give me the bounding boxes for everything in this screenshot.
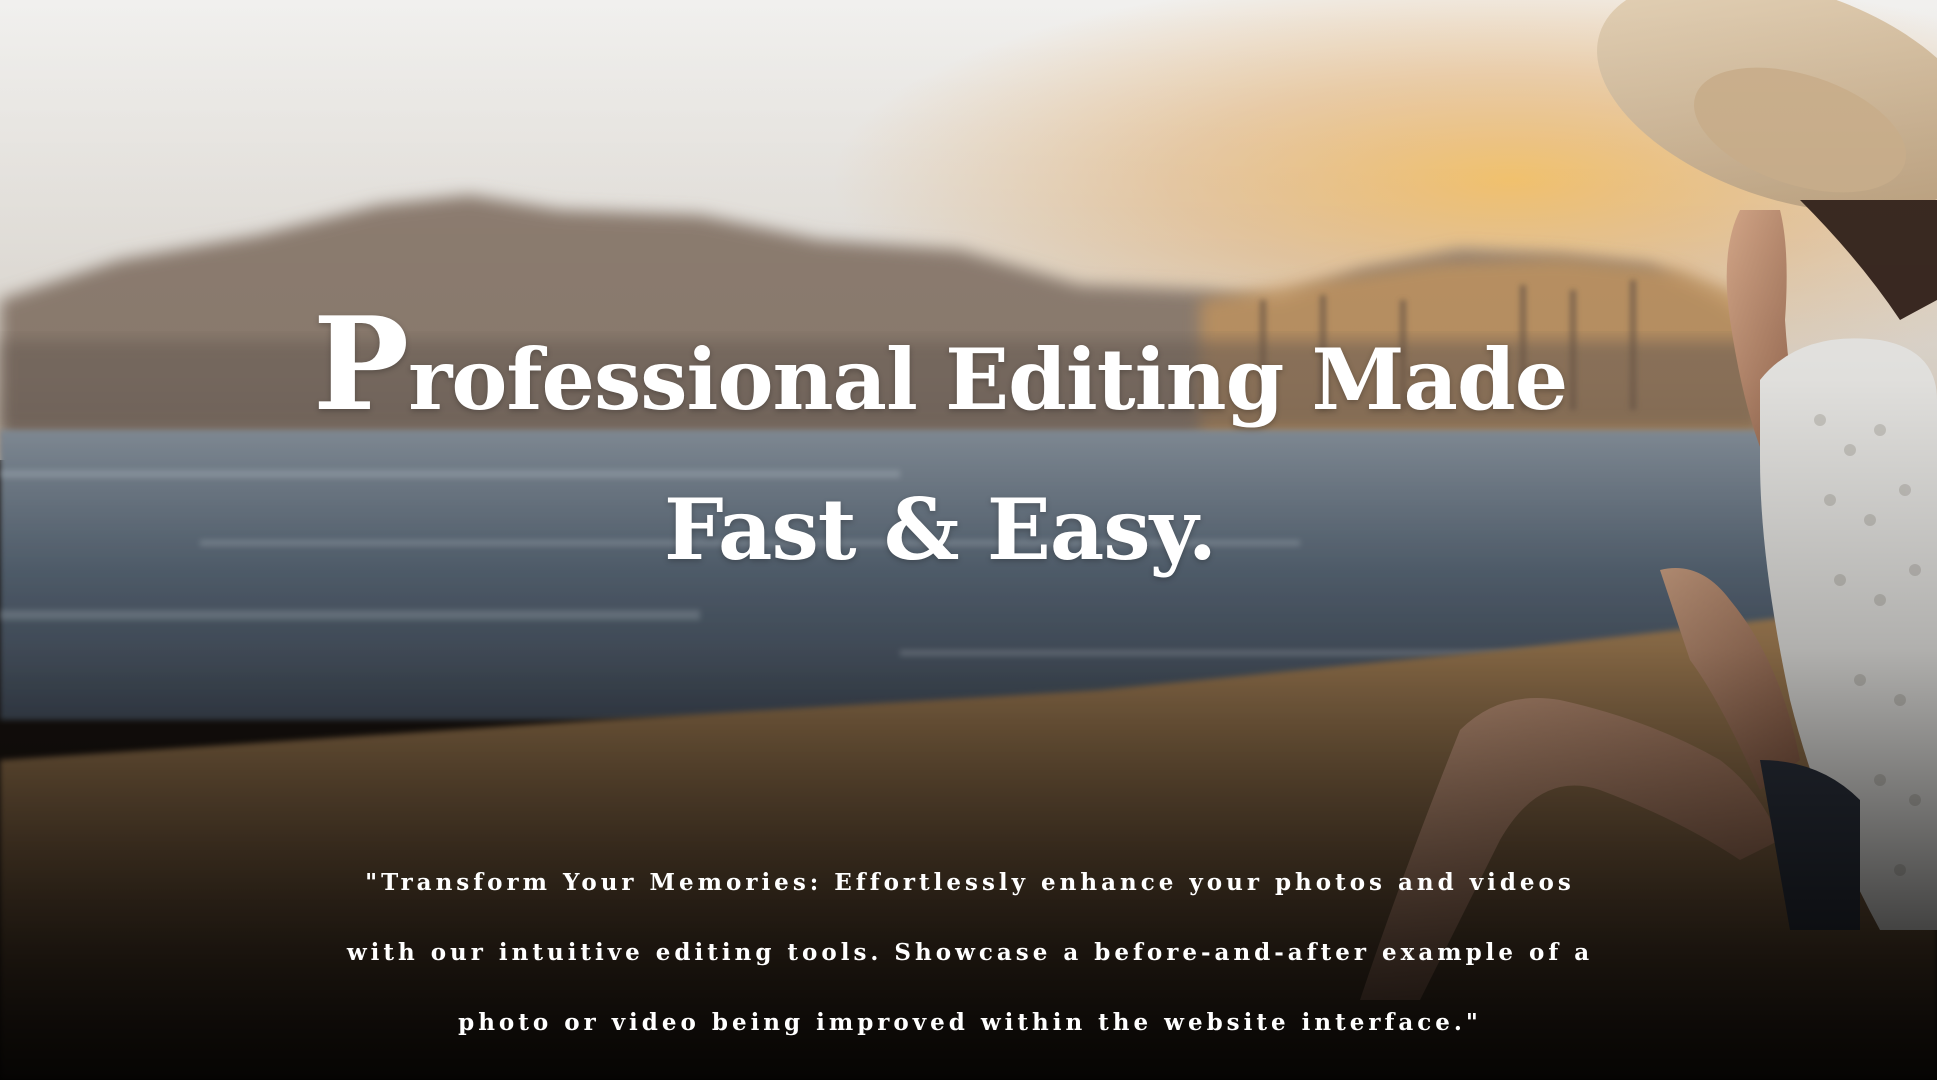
headline-line-1: Professional Editing Made bbox=[0, 290, 1880, 455]
hero-tagline: "Transform Your Memories: Effortlessly e… bbox=[346, 869, 1594, 1036]
hero-section: Professional Editing Made Fast & Easy. "… bbox=[0, 0, 1937, 1080]
headline-line-1-text: rofessional Editing Made bbox=[408, 330, 1568, 429]
headline-line-2: Fast & Easy. bbox=[663, 480, 1217, 579]
headline-drop-cap: P bbox=[312, 290, 409, 440]
hero-headline: Professional Editing Made Fast & Easy. bbox=[0, 290, 1880, 605]
